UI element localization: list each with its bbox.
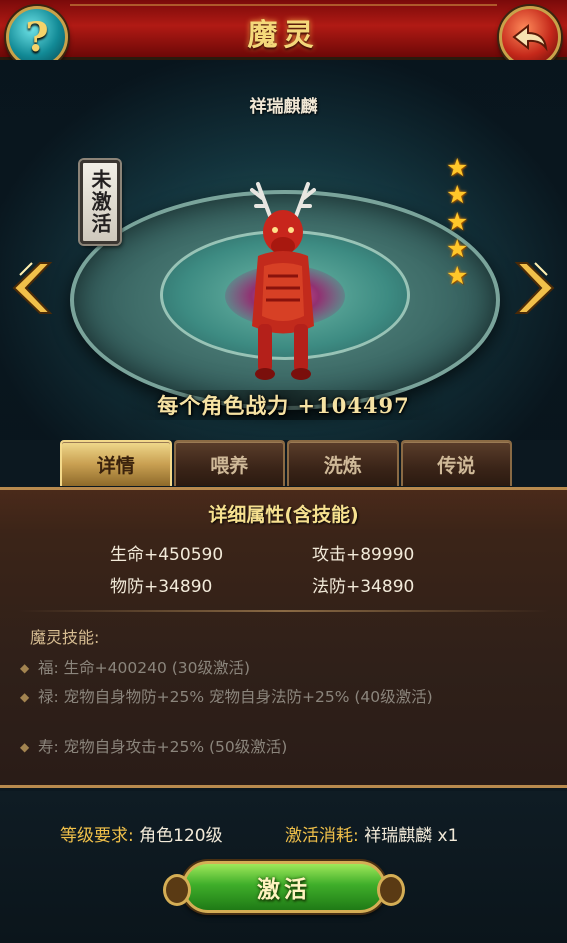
help-icon: ? bbox=[25, 13, 49, 61]
pet-display-area: 祥瑞麒麟 未激活 ★ ★ ★ ★ ★ 每个角色战力 +104497 bbox=[0, 60, 567, 440]
level-requirement: 等级要求: 角色120级 bbox=[60, 821, 223, 846]
details-title: 详细属性(含技能) bbox=[208, 504, 359, 526]
page-title: 魔灵 bbox=[247, 18, 320, 53]
chevron-right-icon bbox=[514, 262, 555, 314]
back-button[interactable] bbox=[499, 6, 561, 68]
level-requirement-label: 等级要求: bbox=[60, 826, 134, 846]
tab-feed[interactable]: 喂养 bbox=[173, 440, 285, 486]
level-requirement-value: 角色120级 bbox=[139, 826, 223, 846]
qilin-creature bbox=[250, 182, 316, 380]
attribute-attack: 攻击+89990 bbox=[312, 545, 415, 565]
skills-heading: 魔灵技能: bbox=[30, 628, 100, 647]
star-icon: ★ bbox=[446, 207, 469, 236]
activation-footer: 等级要求: 角色120级 激活消耗: 祥瑞麒麟 x1 激活 bbox=[0, 791, 567, 943]
star-rating: ★ ★ ★ ★ ★ bbox=[446, 153, 469, 290]
attribute-physical-defense: 物防+34890 bbox=[110, 577, 213, 597]
section-divider bbox=[18, 610, 549, 612]
diamond-bullet-icon: ◆ bbox=[20, 661, 30, 675]
status-badge: 未激活 bbox=[80, 160, 120, 244]
skill-text: 寿: 宠物自身攻击+25% (50级激活) bbox=[38, 738, 288, 756]
next-pet-button[interactable] bbox=[513, 260, 557, 316]
skill-item: ◆ 福: 生命+400240 (30级激活) bbox=[20, 656, 539, 680]
title-bar: 魔灵 bbox=[0, 0, 567, 60]
skill-item: ◆ 寿: 宠物自身攻击+25% (50级激活) bbox=[20, 735, 539, 759]
attribute-hp: 生命+450590 bbox=[110, 545, 224, 565]
activation-cost: 激活消耗: 祥瑞麒麟 x1 bbox=[285, 821, 458, 846]
activation-cost-label: 激活消耗: bbox=[285, 826, 359, 846]
tab-legend[interactable]: 传说 bbox=[400, 440, 512, 486]
skill-item: ◆ 禄: 宠物自身物防+25% 宠物自身法防+25% (40级激活) bbox=[20, 685, 539, 709]
skill-text: 禄: 宠物自身物防+25% 宠物自身法防+25% (40级激活) bbox=[38, 688, 433, 706]
activation-cost-value: 祥瑞麒麟 x1 bbox=[364, 826, 459, 846]
tab-refine[interactable]: 洗炼 bbox=[287, 440, 399, 486]
attribute-magic-defense: 法防+34890 bbox=[312, 577, 415, 597]
tab-details[interactable]: 详情 bbox=[60, 440, 172, 486]
help-button[interactable]: ? bbox=[6, 6, 68, 68]
details-panel: 详细属性(含技能) 生命+450590 攻击+89990 物防+34890 法防… bbox=[0, 487, 567, 788]
activate-button[interactable]: 激活 bbox=[163, 861, 405, 913]
tab-bar: 详情 喂养 洗炼 传说 bbox=[60, 440, 512, 488]
back-arrow-icon bbox=[512, 23, 548, 52]
skill-text: 福: 生命+400240 (30级激活) bbox=[38, 659, 251, 677]
star-icon: ★ bbox=[446, 261, 469, 290]
diamond-bullet-icon: ◆ bbox=[20, 690, 30, 704]
chevron-left-icon bbox=[12, 262, 53, 314]
star-icon: ★ bbox=[446, 180, 469, 209]
status-text: 未激活 bbox=[88, 169, 112, 235]
star-icon: ★ bbox=[446, 153, 469, 182]
star-icon: ★ bbox=[446, 234, 469, 263]
diamond-bullet-icon: ◆ bbox=[20, 740, 30, 754]
pet-name: 祥瑞麒麟 bbox=[249, 97, 318, 117]
power-bonus-text: 每个角色战力 +104497 bbox=[157, 393, 410, 418]
prev-pet-button[interactable] bbox=[10, 260, 54, 316]
